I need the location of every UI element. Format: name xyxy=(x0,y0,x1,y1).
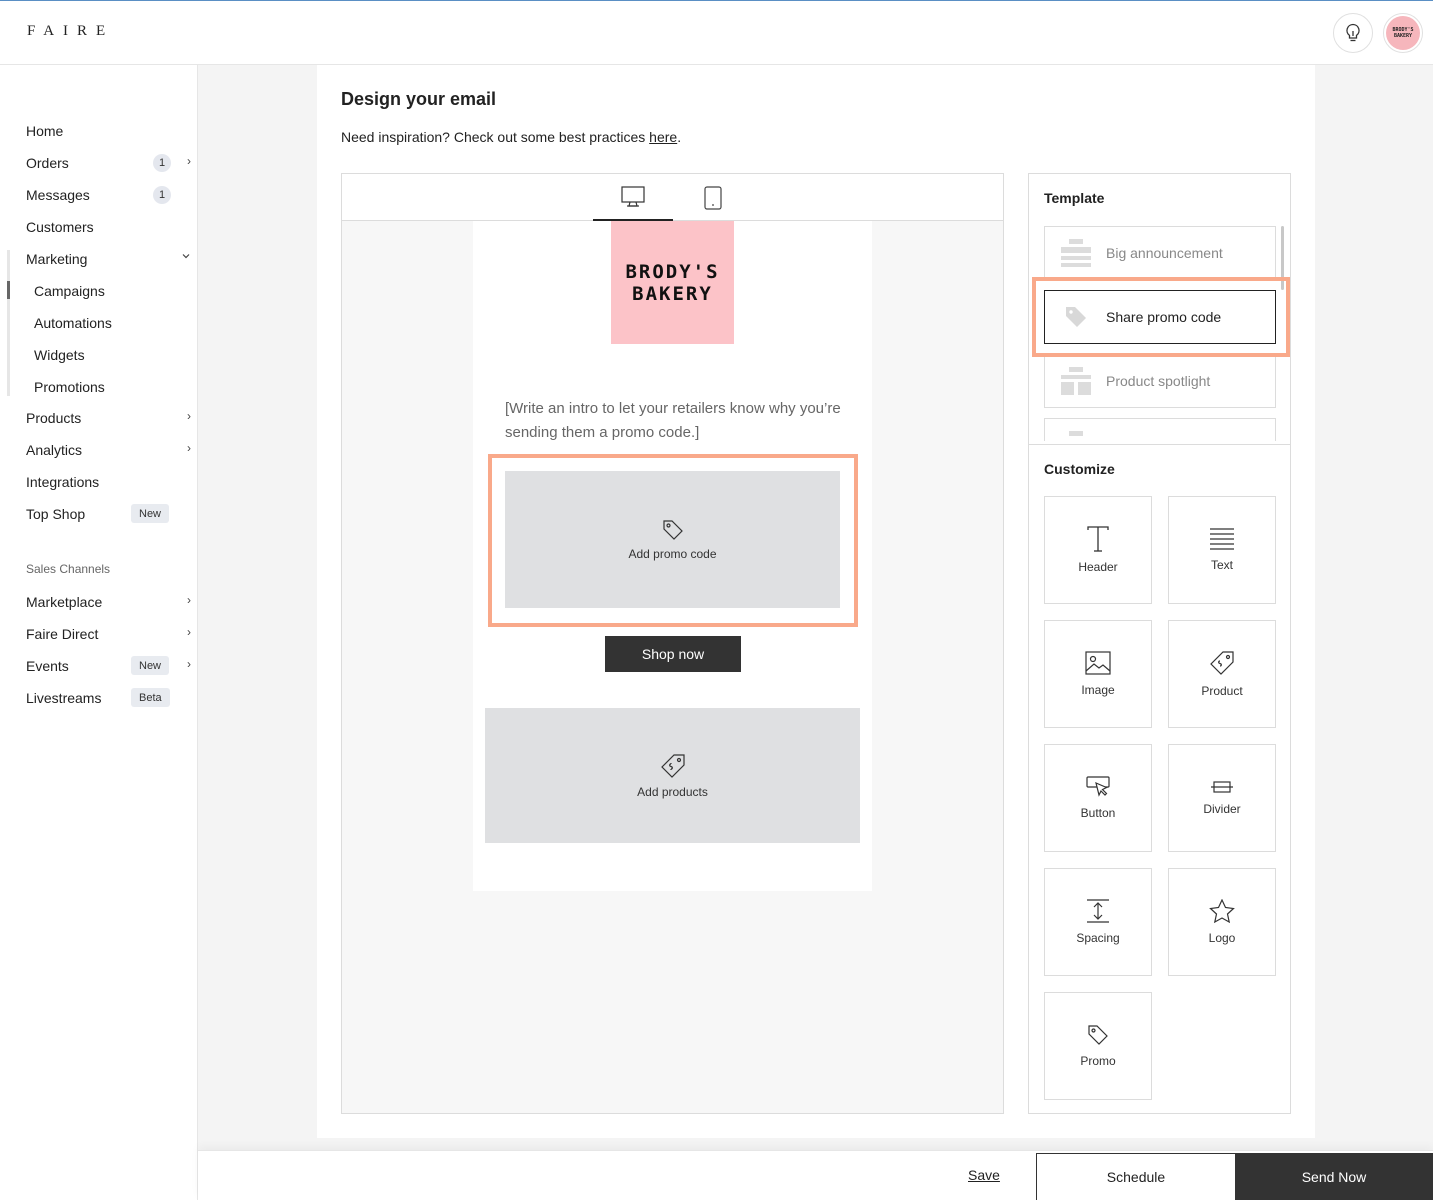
submenu-rail xyxy=(7,250,10,396)
customize-tile-header[interactable]: Header xyxy=(1044,496,1152,604)
email-preview-panel: BRODY'S BAKERY [Write an intro to let yo… xyxy=(341,173,1004,1114)
customize-tile-button[interactable]: Button xyxy=(1044,744,1152,852)
header-icon xyxy=(1087,526,1109,552)
email-intro-text[interactable]: [Write an intro to let your retailers kn… xyxy=(505,397,855,445)
editor-side-panel: Template Big announcement Share promo co… xyxy=(1028,173,1291,1114)
sidebar-item-marketplace[interactable]: Marketplace › xyxy=(26,590,191,614)
template-big-announcement[interactable]: Big announcement xyxy=(1044,226,1276,280)
chevron-right-icon: › xyxy=(187,154,191,168)
template-product-spotlight[interactable]: Product spotlight xyxy=(1044,354,1276,408)
product-tag-icon xyxy=(1210,651,1234,675)
add-products-block[interactable]: Add products xyxy=(485,708,860,843)
sidebar-item-campaigns[interactable]: Campaigns xyxy=(34,279,191,303)
sidebar: Home Orders 1 › Messages 1 Customers Mar… xyxy=(0,65,198,1200)
sidebar-item-promotions[interactable]: Promotions xyxy=(34,375,191,399)
sidebar-item-integrations[interactable]: Integrations xyxy=(26,470,191,494)
sidebar-item-top-shop[interactable]: Top Shop New xyxy=(26,502,191,526)
top-bar: FAIRE BRODY'S BAKERY xyxy=(0,0,1433,65)
text-icon xyxy=(1210,528,1234,550)
chevron-right-icon: › xyxy=(187,625,191,639)
template-next-item[interactable] xyxy=(1044,418,1276,441)
template-section-title: Template xyxy=(1044,190,1105,206)
save-button[interactable]: Save xyxy=(968,1167,1000,1183)
promo-tag-icon xyxy=(1088,1025,1108,1045)
spotlight-layout-icon xyxy=(1060,367,1091,395)
messages-count-badge: 1 xyxy=(153,186,171,204)
sidebar-item-automations[interactable]: Automations xyxy=(34,311,191,335)
email-canvas: BRODY'S BAKERY [Write an intro to let yo… xyxy=(473,221,872,891)
page-title: Design your email xyxy=(341,89,497,109)
image-icon xyxy=(1085,651,1111,675)
send-now-button[interactable]: Send Now xyxy=(1235,1153,1433,1200)
section-label-sales-channels: Sales Channels xyxy=(26,562,111,576)
sidebar-item-home[interactable]: Home xyxy=(26,119,191,143)
mobile-view-tab[interactable] xyxy=(673,174,753,221)
new-badge: New xyxy=(131,656,170,675)
announcement-layout-icon xyxy=(1060,239,1091,267)
beta-badge: Beta xyxy=(131,688,170,707)
customize-tile-text[interactable]: Text xyxy=(1168,496,1276,604)
tag-icon xyxy=(662,519,683,540)
template-selection-highlight xyxy=(1032,277,1290,357)
sidebar-item-products[interactable]: Products › xyxy=(26,406,191,430)
panel-divider xyxy=(1029,444,1290,445)
brand-logo[interactable]: BRODY'S BAKERY xyxy=(611,221,734,344)
submenu-active-indicator xyxy=(7,281,10,299)
device-toggle-bar xyxy=(342,174,1003,221)
best-practices-link[interactable]: here xyxy=(649,129,677,145)
orders-count-badge: 1 xyxy=(153,154,171,172)
customize-tile-image[interactable]: Image xyxy=(1044,620,1152,728)
sidebar-item-faire-direct[interactable]: Faire Direct › xyxy=(26,622,191,646)
customize-tile-promo[interactable]: Promo xyxy=(1044,992,1152,1100)
sidebar-item-customers[interactable]: Customers xyxy=(26,215,191,239)
add-promo-code-block[interactable]: Add promo code xyxy=(505,471,840,608)
lightbulb-icon[interactable] xyxy=(1333,13,1373,53)
chevron-right-icon: › xyxy=(187,409,191,423)
layout-icon xyxy=(1068,431,1083,436)
chevron-right-icon: › xyxy=(187,657,191,671)
inspiration-text: Need inspiration? Check out some best pr… xyxy=(341,129,682,145)
sidebar-item-marketing[interactable]: Marketing xyxy=(26,247,191,271)
star-icon xyxy=(1209,899,1235,923)
main-content: Design your email Need inspiration? Chec… xyxy=(317,65,1315,1138)
desktop-icon xyxy=(621,185,645,207)
sidebar-item-widgets[interactable]: Widgets xyxy=(34,343,191,367)
chevron-right-icon: › xyxy=(187,593,191,607)
desktop-view-tab[interactable] xyxy=(593,174,673,221)
divider-icon xyxy=(1211,781,1233,793)
new-badge: New xyxy=(131,504,170,523)
shop-now-button[interactable]: Shop now xyxy=(605,636,741,672)
schedule-button[interactable]: Schedule xyxy=(1036,1153,1236,1200)
sidebar-item-messages[interactable]: Messages 1 xyxy=(26,183,191,207)
faire-logo[interactable]: FAIRE xyxy=(27,23,114,40)
avatar[interactable]: BRODY'S BAKERY xyxy=(1383,13,1423,53)
chevron-down-icon xyxy=(181,250,191,264)
customize-tile-spacing[interactable]: Spacing xyxy=(1044,868,1152,976)
spacing-icon xyxy=(1087,899,1109,923)
action-bar: Save Schedule Send Now xyxy=(198,1150,1433,1200)
mobile-icon xyxy=(704,185,722,210)
customize-tile-logo[interactable]: Logo xyxy=(1168,868,1276,976)
customize-tile-product[interactable]: Product xyxy=(1168,620,1276,728)
price-tag-icon xyxy=(660,753,685,778)
sidebar-item-livestreams[interactable]: Livestreams Beta xyxy=(26,686,191,710)
button-icon xyxy=(1086,776,1110,797)
chevron-right-icon: › xyxy=(187,441,191,455)
sidebar-item-analytics[interactable]: Analytics › xyxy=(26,438,191,462)
customize-tile-divider[interactable]: Divider xyxy=(1168,744,1276,852)
sidebar-item-events[interactable]: Events New › xyxy=(26,654,191,678)
sidebar-item-orders[interactable]: Orders 1 › xyxy=(26,151,191,175)
customize-section-title: Customize xyxy=(1044,461,1115,477)
avatar-brand: BRODY'S BAKERY xyxy=(1386,16,1420,50)
